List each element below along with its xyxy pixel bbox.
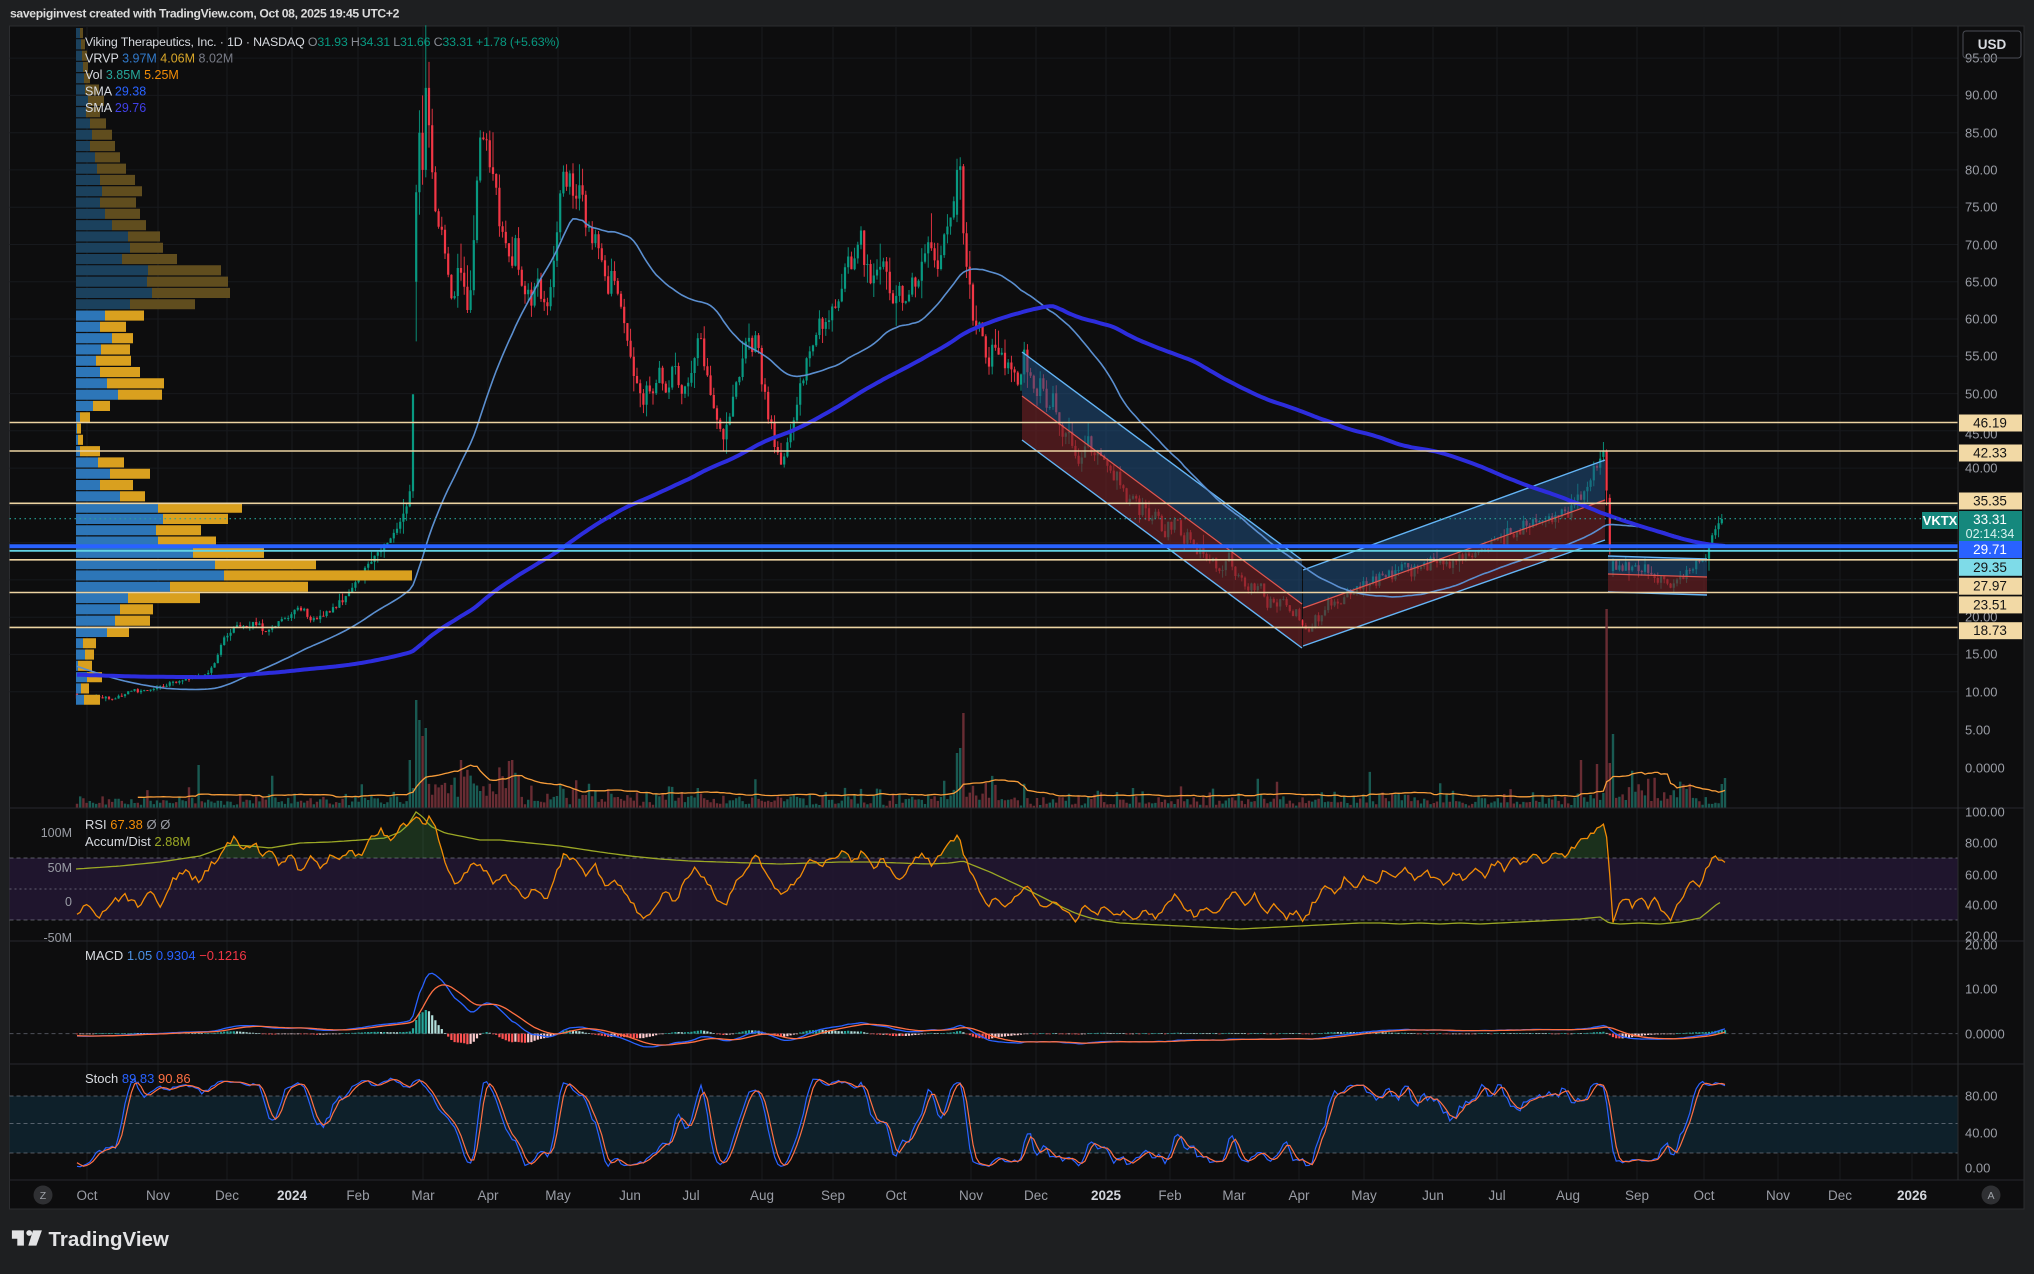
svg-text:55.00: 55.00 — [1965, 349, 1998, 364]
svg-text:Accum/Dist 2.88M: Accum/Dist 2.88M — [85, 834, 190, 849]
svg-text:MACD 1.05 0.9304 −0.1216: MACD 1.05 0.9304 −0.1216 — [85, 948, 247, 963]
svg-text:A: A — [1987, 1190, 1994, 1202]
svg-text:Apr: Apr — [477, 1188, 499, 1203]
svg-text:Nov: Nov — [1766, 1188, 1790, 1203]
svg-text:70.00: 70.00 — [1965, 238, 1998, 253]
svg-text:40.00: 40.00 — [1965, 1126, 1998, 1141]
svg-text:23.51: 23.51 — [1973, 597, 2007, 612]
svg-text:Vol 3.85M 5.25M: Vol 3.85M 5.25M — [85, 68, 179, 82]
svg-text:Mar: Mar — [411, 1188, 435, 1203]
svg-text:Feb: Feb — [346, 1188, 369, 1203]
svg-text:Jun: Jun — [1422, 1188, 1444, 1203]
svg-text:20.00: 20.00 — [1965, 938, 1998, 953]
svg-text:Apr: Apr — [1288, 1188, 1310, 1203]
svg-text:27.97: 27.97 — [1973, 579, 2007, 594]
svg-text:VRVP 3.97M 4.06M 8.02M: VRVP 3.97M 4.06M 8.02M — [85, 52, 233, 66]
svg-text:10.00: 10.00 — [1965, 982, 1998, 997]
svg-text:0.0000: 0.0000 — [1965, 1027, 2005, 1042]
svg-text:SMA 29.76: SMA 29.76 — [85, 101, 146, 115]
svg-text:0: 0 — [65, 895, 72, 909]
svg-text:02:14:34: 02:14:34 — [1966, 527, 2015, 541]
svg-text:2026: 2026 — [1897, 1188, 1928, 1203]
svg-text:Oct: Oct — [76, 1188, 97, 1203]
svg-text:75.00: 75.00 — [1965, 200, 1998, 215]
svg-text:Sep: Sep — [821, 1188, 845, 1203]
svg-text:100.00: 100.00 — [1965, 805, 2005, 820]
svg-text:Jul: Jul — [682, 1188, 699, 1203]
svg-text:65.00: 65.00 — [1965, 275, 1998, 290]
svg-text:80.00: 80.00 — [1965, 1089, 1998, 1104]
svg-text:Z: Z — [40, 1190, 47, 1202]
svg-text:2024: 2024 — [277, 1188, 308, 1203]
svg-text:USD: USD — [1978, 37, 2007, 52]
svg-text:90.00: 90.00 — [1965, 88, 1998, 103]
svg-text:May: May — [545, 1188, 571, 1203]
svg-text:Jul: Jul — [1488, 1188, 1505, 1203]
svg-text:Stoch 89.83 90.86: Stoch 89.83 90.86 — [85, 1071, 191, 1086]
svg-text:Oct: Oct — [885, 1188, 906, 1203]
svg-text:May: May — [1351, 1188, 1377, 1203]
svg-text:2025: 2025 — [1091, 1188, 1122, 1203]
svg-text:29.35: 29.35 — [1973, 560, 2007, 575]
svg-text:29.71: 29.71 — [1973, 542, 2007, 557]
svg-text:5.00: 5.00 — [1965, 723, 1990, 738]
svg-text:Jun: Jun — [619, 1188, 641, 1203]
svg-text:80.00: 80.00 — [1965, 836, 1998, 851]
svg-text:0.0000: 0.0000 — [1965, 761, 2005, 776]
svg-text:Nov: Nov — [959, 1188, 983, 1203]
svg-text:85.00: 85.00 — [1965, 126, 1998, 141]
svg-text:Dec: Dec — [1828, 1188, 1852, 1203]
svg-text:-50M: -50M — [44, 931, 72, 945]
svg-text:10.00: 10.00 — [1965, 685, 1998, 700]
svg-text:VKTX: VKTX — [1923, 513, 1958, 528]
svg-text:RSI 67.38 Ø Ø: RSI 67.38 Ø Ø — [85, 817, 170, 832]
svg-text:SMA 29.38: SMA 29.38 — [85, 85, 146, 99]
svg-text:100M: 100M — [41, 826, 72, 840]
svg-text:18.73: 18.73 — [1973, 623, 2007, 638]
svg-text:33.31: 33.31 — [1973, 512, 2007, 527]
svg-text:46.19: 46.19 — [1973, 416, 2007, 431]
svg-text:Feb: Feb — [1158, 1188, 1181, 1203]
svg-text:Aug: Aug — [1556, 1188, 1580, 1203]
svg-text:40.00: 40.00 — [1965, 461, 1998, 476]
svg-text:60.00: 60.00 — [1965, 868, 1998, 883]
svg-text:35.35: 35.35 — [1973, 494, 2007, 509]
svg-text:Dec: Dec — [1024, 1188, 1048, 1203]
svg-text:50M: 50M — [48, 861, 72, 875]
svg-text:Sep: Sep — [1625, 1188, 1649, 1203]
svg-text:Nov: Nov — [146, 1188, 170, 1203]
svg-text:TradingView: TradingView — [49, 1228, 169, 1251]
svg-text:Viking Therapeutics, Inc. · 1D: Viking Therapeutics, Inc. · 1D · NASDAQ … — [85, 35, 559, 49]
svg-text:40.00: 40.00 — [1965, 898, 1998, 913]
svg-text:0.00: 0.00 — [1965, 1161, 1990, 1176]
svg-text:60.00: 60.00 — [1965, 312, 1998, 327]
svg-text:Dec: Dec — [215, 1188, 239, 1203]
svg-text:42.33: 42.33 — [1973, 446, 2007, 461]
svg-text:50.00: 50.00 — [1965, 387, 1998, 402]
svg-text:Aug: Aug — [750, 1188, 774, 1203]
svg-text:80.00: 80.00 — [1965, 163, 1998, 178]
svg-text:savepiginvest created with Tra: savepiginvest created with TradingView.c… — [10, 7, 400, 21]
svg-text:15.00: 15.00 — [1965, 647, 1998, 662]
svg-text:Oct: Oct — [1693, 1188, 1714, 1203]
svg-text:Mar: Mar — [1222, 1188, 1246, 1203]
